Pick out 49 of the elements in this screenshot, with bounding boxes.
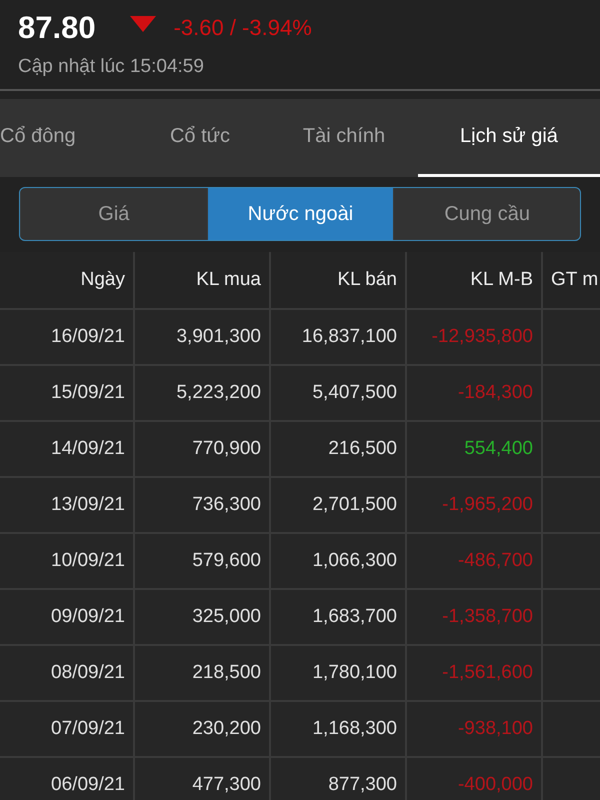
table-cell: -12,935,800 — [407, 310, 543, 364]
table-cell: 230,200 — [135, 702, 271, 756]
table-cell: 1,066,300 — [271, 534, 407, 588]
table-cell: 5,223,200 — [135, 366, 271, 420]
tab[interactable]: Cổ tức — [130, 99, 270, 177]
column-header: KL M-B — [407, 252, 543, 308]
column-header: GT m — [550, 268, 600, 292]
table-cell: 16/09/21 — [0, 310, 135, 364]
table-cell: 1,168,300 — [271, 702, 407, 756]
table-cell: -1,561,600 — [407, 646, 543, 700]
table-cell: 218,500 — [135, 646, 271, 700]
table-cell: -1,358,700 — [407, 590, 543, 644]
column-header: KL bán — [271, 252, 407, 308]
table-cell: -486,700 — [407, 534, 543, 588]
table-cell: -184,300 — [407, 366, 543, 420]
table-cell: 14/09/21 — [0, 422, 135, 476]
table-cell: 554,400 — [407, 422, 543, 476]
table-cell: 2,701,500 — [271, 478, 407, 532]
table-cell: 07/09/21 — [0, 702, 135, 756]
table-cell: 1,780,100 — [271, 646, 407, 700]
column-header: Ngày — [0, 252, 135, 308]
price-change: -3.60 / -3.94% — [174, 15, 312, 41]
table-cell: 16,837,100 — [271, 310, 407, 364]
table-cell: 06/09/21 — [0, 758, 135, 800]
table-cell: -938,100 — [407, 702, 543, 756]
table-cell: 477,300 — [135, 758, 271, 800]
tab[interactable]: Tài chính — [270, 99, 418, 177]
update-time: Cập nhật lúc 15:04:59 — [18, 56, 205, 78]
segment-button[interactable]: Cung cầu — [393, 188, 580, 240]
table-cell: 216,500 — [271, 422, 407, 476]
table-cell: 770,900 — [135, 422, 271, 476]
table-cell: 325,000 — [135, 590, 271, 644]
stock-price: 87.80 — [18, 10, 96, 46]
segment-button[interactable]: Nước ngoài — [206, 188, 394, 240]
table-cell: 3,901,300 — [135, 310, 271, 364]
tab[interactable]: Cổ đông — [0, 99, 130, 177]
table-cell: -400,000 — [407, 758, 543, 800]
table-cell: 5,407,500 — [271, 366, 407, 420]
table-cell: 579,600 — [135, 534, 271, 588]
table-cell: 10/09/21 — [0, 534, 135, 588]
table-cell: 15/09/21 — [0, 366, 135, 420]
table-cell: 736,300 — [135, 478, 271, 532]
table-cell: 08/09/21 — [0, 646, 135, 700]
table-cell: 877,300 — [271, 758, 407, 800]
table-cell: -1,965,200 — [407, 478, 543, 532]
table-cell: 1,683,700 — [271, 590, 407, 644]
table-cell: 09/09/21 — [0, 590, 135, 644]
table-cell: 13/09/21 — [0, 478, 135, 532]
column-header: KL mua — [135, 252, 271, 308]
